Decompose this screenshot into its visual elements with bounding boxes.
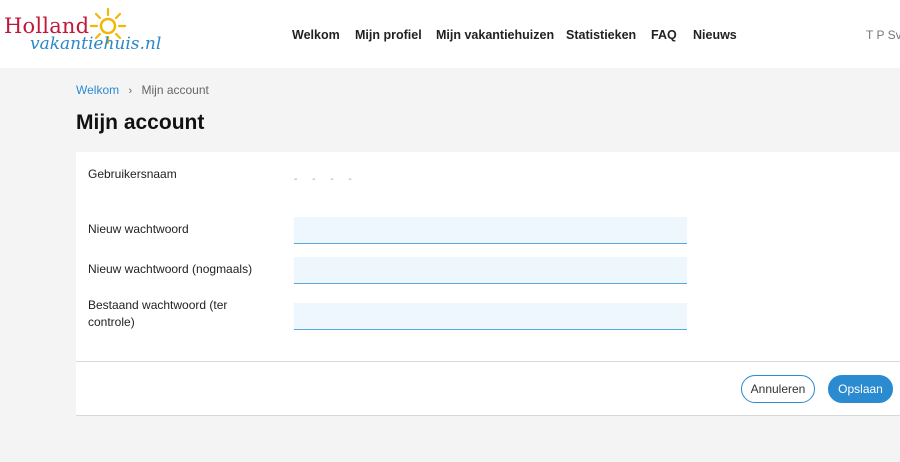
breadcrumb-current: Mijn account [141, 83, 209, 97]
current-password-field[interactable] [294, 303, 687, 330]
current-password-label: Bestaand wachtwoord (ter controle) [88, 298, 228, 329]
nav-item-welkom[interactable]: Welkom [292, 28, 340, 42]
repeat-password-label: Nieuw wachtwoord (nogmaals) [88, 262, 253, 276]
new-password-field[interactable] [294, 217, 687, 244]
nav-item-mijn-profiel[interactable]: Mijn profiel [355, 28, 422, 42]
save-button[interactable]: Opslaan [828, 375, 893, 403]
form-divider [76, 361, 900, 362]
nav-item-mijn-vakantiehuizen[interactable]: Mijn vakantiehuizen [436, 28, 554, 42]
breadcrumb-home-link[interactable]: Welkom [76, 83, 119, 97]
site-logo[interactable]: Holland vakantiehuis.nl [2, 4, 161, 54]
cancel-button[interactable]: Annuleren [741, 375, 815, 403]
new-password-label: Nieuw wachtwoord [88, 222, 189, 236]
username-value: - - - - [294, 174, 358, 185]
repeat-password-field[interactable] [294, 257, 687, 284]
breadcrumb-separator: › [128, 85, 133, 97]
username-label: Gebruikersnaam [88, 167, 177, 181]
page-title: Mijn account [76, 111, 205, 134]
nav-item-statistieken[interactable]: Statistieken [566, 28, 636, 42]
nav-item-nieuws[interactable]: Nieuws [693, 28, 737, 42]
nav-item-faq[interactable]: FAQ [651, 28, 677, 42]
user-account-name[interactable]: T P Sv [866, 28, 900, 42]
top-navigation-bar: Holland vakantiehuis.nl Welkom Mijn prof… [0, 0, 900, 68]
breadcrumb: Welkom › Mijn account [76, 83, 209, 97]
logo-text-domain: vakantiehuis.nl [30, 34, 162, 54]
account-form: Gebruikersnaam - - - - Nieuw wachtwoord … [76, 152, 900, 416]
